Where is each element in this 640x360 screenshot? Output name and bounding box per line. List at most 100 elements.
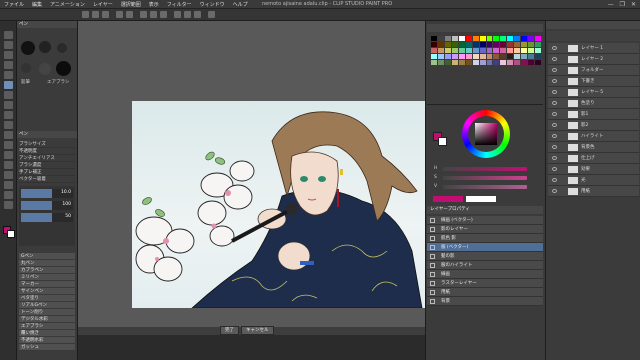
menu-item[interactable]: 編集 — [32, 1, 42, 8]
color-swatch[interactable] — [472, 60, 479, 65]
layer-property-row[interactable]: 背景 — [427, 297, 543, 306]
layer-row[interactable]: 影2 — [548, 120, 639, 131]
color-swatch[interactable] — [479, 54, 486, 59]
layer-row[interactable]: フォルダー — [548, 65, 639, 76]
color-swatch[interactable] — [528, 36, 535, 41]
color-swatch[interactable] — [535, 36, 541, 41]
color-swatch[interactable] — [500, 42, 507, 47]
color-swatch[interactable] — [451, 36, 458, 41]
color-swatch[interactable] — [431, 42, 437, 47]
sub-tool-tab[interactable]: ペン — [17, 21, 77, 28]
color-swatch[interactable] — [444, 36, 451, 41]
new-file-icon[interactable] — [82, 11, 89, 18]
color-swatch[interactable] — [444, 54, 451, 59]
color-swatch[interactable] — [451, 60, 458, 65]
layer-property-row[interactable]: 服のハイライト — [427, 261, 543, 270]
brush-preset-5[interactable] — [39, 63, 51, 75]
eyedropper-tool-icon[interactable] — [4, 71, 13, 79]
color-swatch[interactable] — [431, 36, 437, 41]
checkbox-icon[interactable] — [430, 227, 435, 232]
clear-icon[interactable] — [140, 11, 147, 18]
layer-property-row[interactable]: 影のレイヤー — [427, 225, 543, 234]
checkbox-icon[interactable] — [430, 245, 435, 250]
cancel-button[interactable]: キャンセル — [241, 326, 274, 335]
color-swatch[interactable] — [465, 48, 472, 53]
property-row[interactable]: ベクター吸着 — [19, 176, 75, 183]
balloon-tool-icon[interactable] — [4, 191, 13, 199]
color-swatch[interactable] — [493, 36, 500, 41]
sub-tool-item[interactable]: ガッシュ — [19, 344, 75, 351]
blend-tool-icon[interactable] — [4, 131, 13, 139]
color-swatch[interactable] — [444, 60, 451, 65]
color-swatch[interactable] — [493, 48, 500, 53]
eraser-tool-icon[interactable] — [4, 121, 13, 129]
correct-line-tool-icon[interactable] — [4, 201, 13, 209]
eye-icon[interactable] — [552, 90, 557, 94]
layer-row[interactable]: 仕上げ — [548, 153, 639, 164]
sub-tool-item[interactable]: ベタ塗り — [19, 295, 75, 302]
grid-icon[interactable] — [194, 11, 201, 18]
color-swatch[interactable] — [444, 48, 451, 53]
layer-row[interactable]: レイヤー 2 — [548, 54, 639, 65]
layer-row[interactable]: 用紙 — [548, 186, 639, 197]
sub-tool-item[interactable]: カブラペン — [19, 267, 75, 274]
brush-preset-4[interactable] — [21, 63, 31, 73]
close-button[interactable]: ✕ — [631, 1, 636, 8]
layer-property-row[interactable]: 肌色 影 — [427, 234, 543, 243]
property-row[interactable]: ブラシ濃度 — [19, 162, 75, 169]
menu-item[interactable]: フィルター — [167, 1, 192, 8]
property-value-slider[interactable]: 100 — [21, 201, 73, 210]
color-swatch[interactable] — [500, 60, 507, 65]
maximize-button[interactable]: ❐ — [620, 1, 625, 8]
layer-row[interactable]: 影1 — [548, 109, 639, 120]
gradient-tool-icon[interactable] — [4, 151, 13, 159]
color-swatch[interactable] — [465, 36, 472, 41]
color-swatch[interactable] — [521, 54, 528, 59]
color-swatch[interactable] — [535, 54, 541, 59]
checkbox-icon[interactable] — [430, 299, 435, 304]
lasso-tool-icon[interactable] — [4, 61, 13, 69]
layer-property-row[interactable]: 髪の影 — [427, 252, 543, 261]
color-swatch[interactable] — [528, 42, 535, 47]
color-swatch[interactable] — [521, 42, 528, 47]
layer-property-row[interactable]: 線画 — [427, 270, 543, 279]
checkbox-icon[interactable] — [430, 254, 435, 259]
color-swatch[interactable] — [486, 54, 493, 59]
color-swatch[interactable] — [458, 54, 465, 59]
layer-row[interactable]: 背景色 — [548, 142, 639, 153]
eye-icon[interactable] — [552, 156, 557, 160]
brush-preset-3[interactable] — [57, 43, 67, 53]
menu-item[interactable]: レイヤー — [93, 1, 113, 8]
color-swatch[interactable] — [535, 60, 541, 65]
eye-icon[interactable] — [552, 123, 557, 127]
brush-preset-6[interactable] — [56, 61, 71, 76]
color-swatch[interactable] — [514, 36, 521, 41]
property-row[interactable]: アンチエイリアス — [19, 155, 75, 162]
hue-slider[interactable] — [443, 167, 527, 171]
color-swatch[interactable] — [528, 48, 535, 53]
color-swatch[interactable] — [431, 54, 437, 59]
color-swatch[interactable] — [465, 60, 472, 65]
menu-item[interactable]: ファイル — [4, 1, 24, 8]
color-swatch[interactable] — [507, 60, 514, 65]
color-swatch[interactable] — [521, 60, 528, 65]
color-swatch[interactable] — [451, 54, 458, 59]
color-swatch[interactable] — [486, 60, 493, 65]
color-swatch[interactable] — [472, 36, 479, 41]
sub-tool-item[interactable]: Gペン — [19, 253, 75, 260]
checkbox-icon[interactable] — [430, 290, 435, 295]
eye-icon[interactable] — [552, 167, 557, 171]
undo-icon[interactable] — [116, 11, 123, 18]
layer-row[interactable]: レイヤー 1 — [548, 43, 639, 54]
color-swatch[interactable] — [500, 36, 507, 41]
ruler-icon[interactable] — [184, 11, 191, 18]
eye-icon[interactable] — [552, 112, 557, 116]
eye-icon[interactable] — [552, 178, 557, 182]
layer-row[interactable]: 下書き — [548, 76, 639, 87]
eye-icon[interactable] — [552, 145, 557, 149]
color-swatch[interactable] — [437, 54, 444, 59]
checkbox-icon[interactable] — [430, 281, 435, 286]
layer-row[interactable]: 効果 — [548, 164, 639, 175]
settings-icon[interactable] — [208, 11, 215, 18]
color-swatch[interactable] — [465, 42, 472, 47]
